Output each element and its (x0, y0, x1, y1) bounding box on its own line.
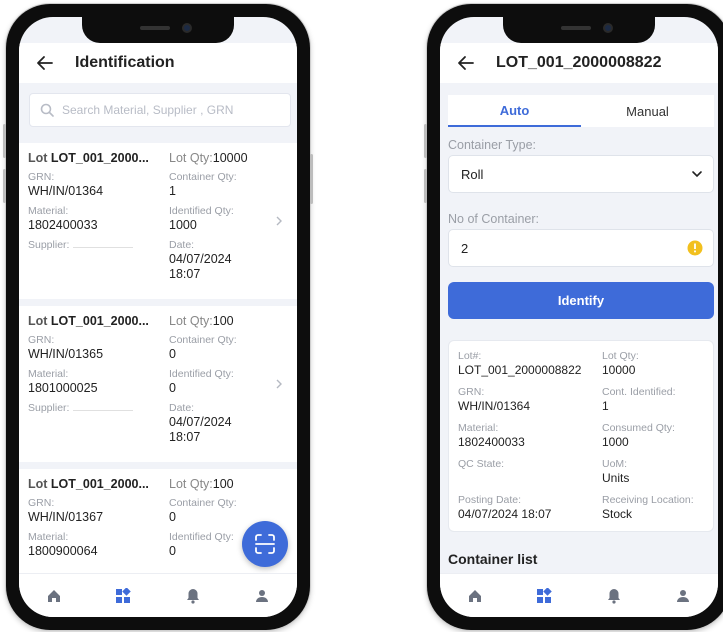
container-qty-value: 0 (169, 347, 176, 361)
grn-value: WH/IN/01364 (458, 399, 531, 413)
nav-home[interactable] (34, 576, 74, 616)
time-value: 18:07 (169, 267, 201, 281)
phone-lot-identify: LOT_001_2000008822 Auto Manual Container… (424, 4, 723, 630)
phone-identification-list: Identification Lot LOT_001_2000... GRN: … (3, 4, 313, 630)
container-type-label: Container Type: (448, 138, 537, 152)
chevron-right-icon (276, 379, 282, 389)
no-of-container-value: 2 (461, 240, 469, 256)
grn-value: WH/IN/01364 (28, 184, 104, 198)
lot-number: LOT_001_2000... (50, 477, 149, 491)
bottom-nav (19, 573, 297, 617)
identify-button[interactable]: Identify (448, 282, 714, 319)
home-icon (47, 589, 60, 602)
back-arrow-icon (37, 56, 53, 70)
back-arrow-icon (458, 56, 474, 70)
power-button (310, 154, 313, 204)
lot-card[interactable]: Lot LOT_001_2000... GRN: WH/IN/01364 Mat… (19, 143, 297, 299)
screen: LOT_001_2000008822 Auto Manual Container… (440, 17, 718, 617)
screen: Identification Lot LOT_001_2000... GRN: … (19, 17, 297, 617)
user-icon (677, 589, 690, 602)
volume-button (3, 124, 6, 158)
bottom-nav (440, 573, 718, 617)
lot-card[interactable]: Lot LOT_001_2000... GRN: WH/IN/01365 Mat… (19, 306, 297, 462)
notch (503, 17, 655, 43)
scan-icon (255, 534, 275, 554)
dashboard-icon (537, 587, 552, 603)
lot-value: LOT_001_2000008822 (458, 363, 582, 377)
volume-button (424, 124, 427, 158)
date-value: 04/07/2024 (169, 415, 232, 429)
no-of-container-label: No of Container: (448, 212, 540, 226)
lot-qty-value: 10000 (602, 363, 636, 377)
identified-qty-value: 1000 (169, 218, 197, 232)
consumed-qty-value: 1000 (602, 435, 629, 449)
no-of-container-input[interactable]: 2 (448, 229, 714, 267)
notch (82, 17, 234, 43)
page-title: Identification (75, 54, 175, 71)
search-icon (40, 103, 54, 117)
lot-line: Lot LOT_001_2000... (28, 477, 149, 491)
posting-date-value: 04/07/2024 18:07 (458, 507, 552, 521)
material-value: 1800900064 (28, 544, 98, 558)
uom-value: Units (602, 471, 630, 485)
bell-icon (607, 588, 620, 604)
search-box[interactable] (29, 93, 291, 127)
page-title: LOT_001_2000008822 (496, 54, 662, 71)
grn-value: WH/IN/01365 (28, 347, 104, 361)
home-icon (468, 589, 481, 602)
identified-qty-value: 0 (169, 381, 176, 395)
mode-tabs: Auto Manual (448, 95, 714, 127)
volume-button (424, 169, 427, 203)
search-input[interactable] (62, 103, 272, 117)
lot-number: LOT_001_2000... (50, 314, 149, 328)
app-bar: Identification (19, 43, 297, 83)
lot-line: Lot LOT_001_2000... (28, 314, 149, 328)
container-type-value: Roll (461, 166, 484, 182)
chevron-right-icon (276, 216, 282, 226)
material-value: 1801000025 (28, 381, 98, 395)
back-button[interactable] (25, 43, 65, 83)
container-list-title: Container list (448, 551, 538, 567)
lot-number: LOT_001_2000... (50, 151, 149, 165)
nav-notifications[interactable] (594, 576, 634, 616)
nav-profile[interactable] (663, 576, 703, 616)
dashboard-icon (116, 587, 131, 603)
info-icon (687, 240, 703, 256)
lot-qty: Lot Qty:100 (169, 314, 234, 328)
container-qty-value: 1 (169, 184, 176, 198)
lot-qty: Lot Qty:10000 (169, 151, 248, 165)
app-bar: LOT_001_2000008822 (440, 43, 718, 83)
material-value: 1802400033 (28, 218, 98, 232)
material-value: 1802400033 (458, 435, 525, 449)
bell-icon (186, 588, 199, 604)
scan-button[interactable] (242, 521, 288, 567)
nav-dashboard[interactable] (524, 576, 564, 616)
time-value: 18:07 (169, 430, 201, 444)
lot-line: Lot LOT_001_2000... (28, 151, 149, 165)
tab-manual[interactable]: Manual (581, 95, 714, 127)
chevron-down-icon (692, 171, 702, 178)
lot-qty: Lot Qty:100 (169, 477, 234, 491)
lot-details-card: Lot#: LOT_001_2000008822 Lot Qty: 10000 GR… (448, 340, 714, 532)
nav-dashboard[interactable] (103, 576, 143, 616)
cont-identified-value: 1 (602, 399, 609, 413)
tab-auto[interactable]: Auto (448, 95, 581, 127)
nav-home[interactable] (455, 576, 495, 616)
back-button[interactable] (446, 43, 486, 83)
grn-value: WH/IN/01367 (28, 510, 104, 524)
volume-button (3, 169, 6, 203)
receiving-location-value: Stock (602, 507, 633, 521)
nav-profile[interactable] (242, 576, 282, 616)
nav-notifications[interactable] (173, 576, 213, 616)
user-icon (256, 589, 269, 602)
container-type-select[interactable]: Roll (448, 155, 714, 193)
date-value: 04/07/2024 (169, 252, 232, 266)
